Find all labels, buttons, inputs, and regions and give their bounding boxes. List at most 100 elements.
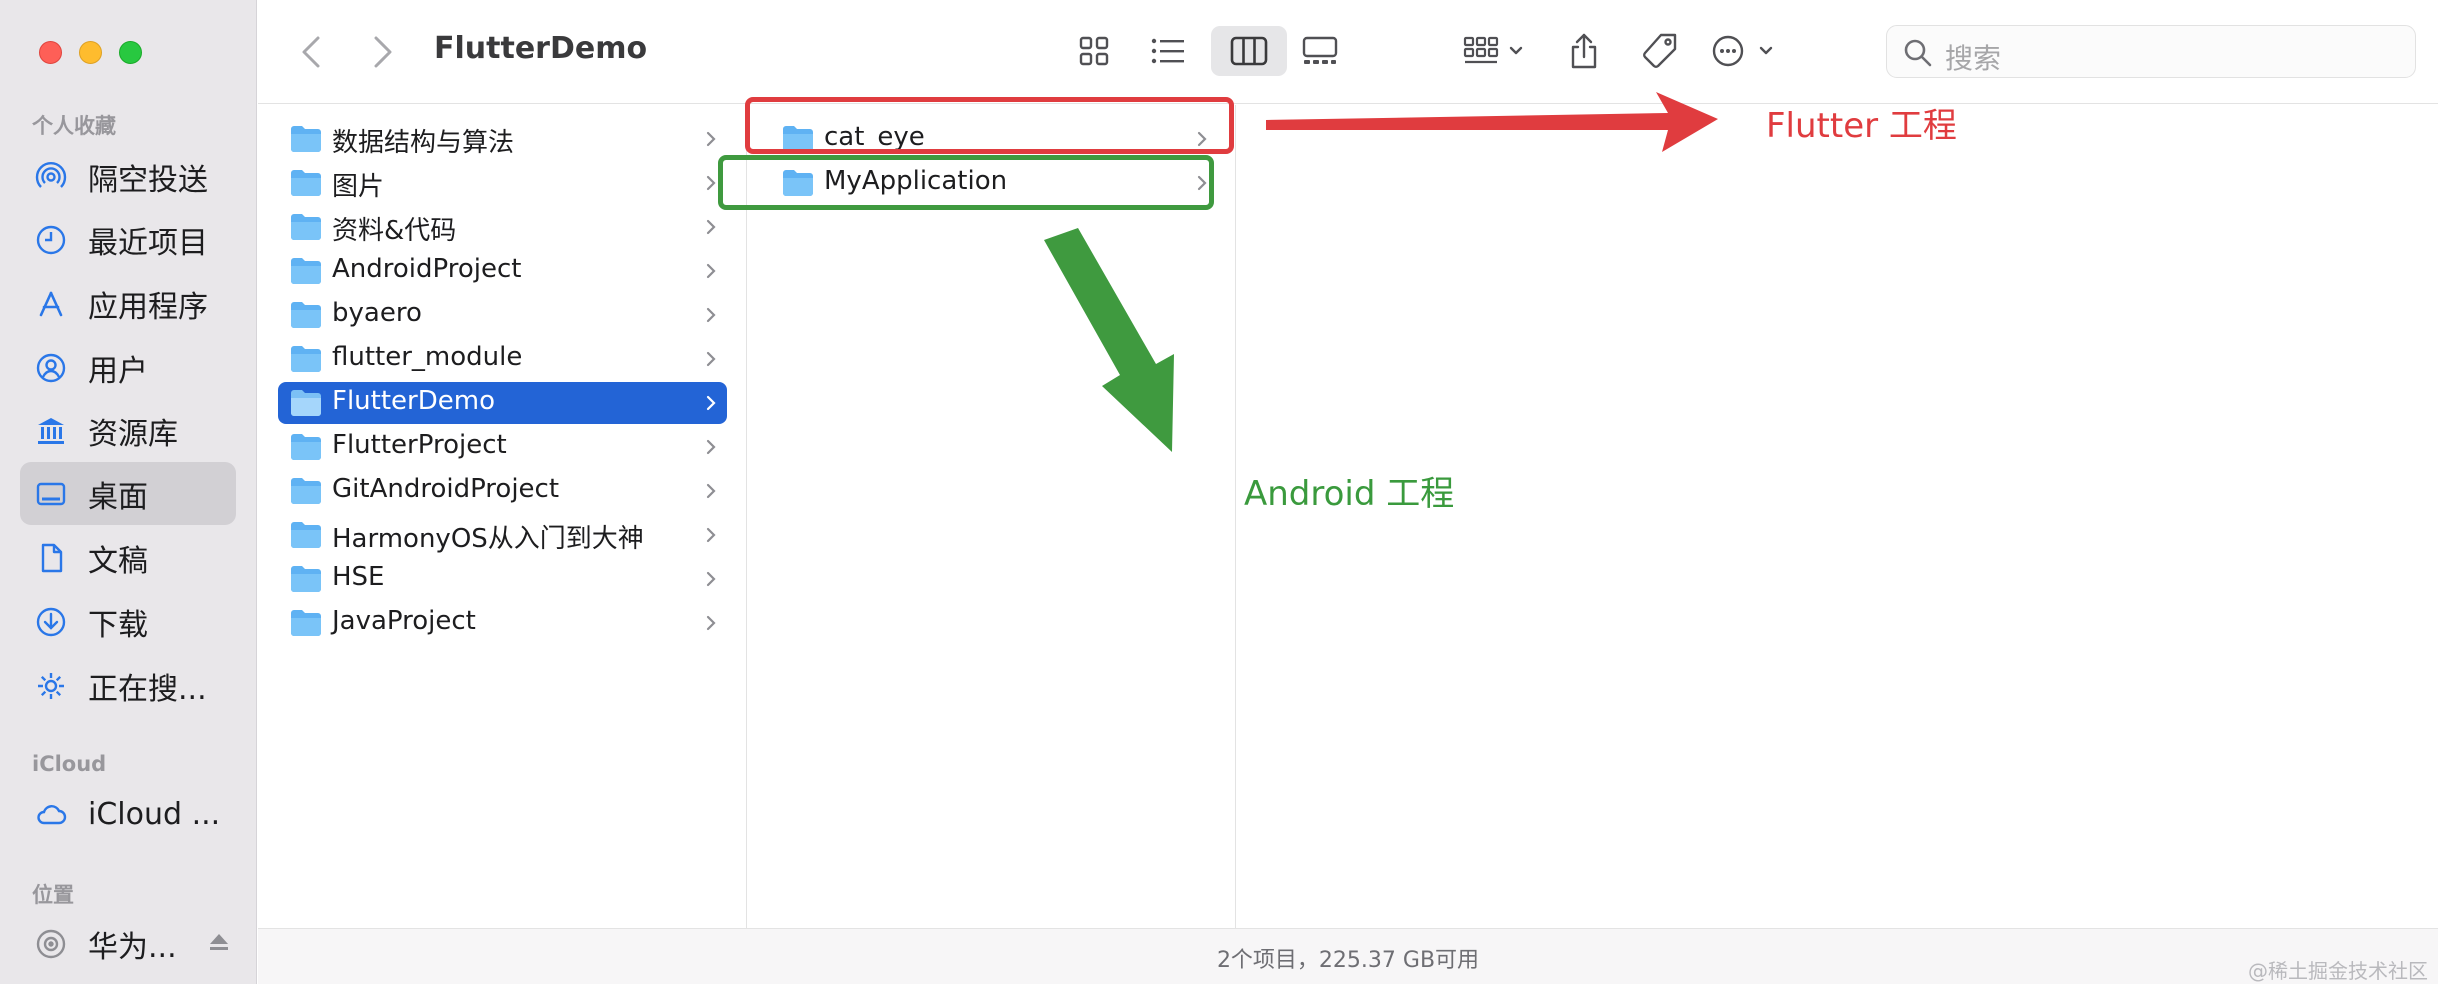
item-label: HSE xyxy=(332,562,385,592)
item-label: GitAndroidProject xyxy=(332,474,560,504)
list-item[interactable]: HarmonyOS从入门到大神 xyxy=(278,514,727,556)
list-item[interactable]: byaero xyxy=(278,294,727,336)
chevron-right-icon xyxy=(706,571,716,587)
chevron-right-icon xyxy=(706,395,716,411)
gallery-view-button[interactable] xyxy=(1294,26,1346,76)
sidebar-item-label: 应用程序 xyxy=(88,289,208,325)
minimize-window-button[interactable] xyxy=(79,41,102,64)
list-item[interactable]: FlutterProject xyxy=(278,426,727,468)
more-icon xyxy=(1712,35,1773,67)
more-actions-button[interactable] xyxy=(1704,26,1784,76)
chevron-right-icon[interactable] xyxy=(362,30,402,74)
list-item[interactable]: 数据结构与算法 xyxy=(278,118,727,160)
item-label: AndroidProject xyxy=(332,254,522,284)
chevron-right-icon xyxy=(706,527,716,543)
chevron-right-icon xyxy=(706,439,716,455)
applications-icon xyxy=(39,291,63,317)
chevron-right-icon xyxy=(706,219,716,235)
list-item[interactable]: HSE xyxy=(278,558,727,600)
sidebar-item-label: 桌面 xyxy=(88,479,148,515)
list-item[interactable]: 图片 xyxy=(278,162,727,204)
chevron-right-icon xyxy=(706,615,716,631)
list-view-icon xyxy=(1151,38,1184,64)
column-browser-level-3 xyxy=(1237,105,2438,928)
folder-icon xyxy=(291,434,321,460)
sidebar-item-label: 资源库 xyxy=(88,416,178,452)
favorites-section-title: 个人收藏 xyxy=(32,114,116,138)
toolbar: FlutterDemo 搜索 xyxy=(258,0,2438,104)
sidebar-item-downloads[interactable]: 下载 xyxy=(20,590,236,653)
item-label: 图片 xyxy=(332,172,385,202)
list-view-button[interactable] xyxy=(1142,26,1194,76)
folder-icon xyxy=(291,302,321,328)
window-title: FlutterDemo xyxy=(434,31,648,66)
search-placeholder: 搜索 xyxy=(1945,42,2002,75)
item-label: HarmonyOS从入门到大神 xyxy=(332,524,644,554)
group-by-button[interactable] xyxy=(1454,26,1534,76)
chevron-right-icon xyxy=(706,351,716,367)
annotation-box-android xyxy=(718,155,1214,210)
sidebar-item-user[interactable]: 用户 xyxy=(20,336,236,399)
eject-icon[interactable] xyxy=(208,932,230,952)
user-icon xyxy=(36,353,66,383)
item-label: FlutterDemo xyxy=(332,386,495,416)
status-text: 2个项目，225.37 GB可用 xyxy=(1216,948,1480,973)
sidebar-item-icloud-drive[interactable]: iCloud ... xyxy=(20,783,236,846)
sidebar-item-applications[interactable]: 应用程序 xyxy=(20,272,236,335)
folder-icon xyxy=(291,566,321,592)
tag-button[interactable] xyxy=(1634,26,1686,76)
item-label: byaero xyxy=(332,298,422,328)
sidebar-item-label: 下载 xyxy=(88,607,148,643)
icloud-section-title: iCloud xyxy=(32,752,107,776)
folder-icon xyxy=(291,258,321,284)
share-button[interactable] xyxy=(1558,26,1610,76)
chevron-left-icon[interactable] xyxy=(292,30,332,74)
chevron-right-icon xyxy=(706,131,716,147)
sidebar-item-label: 用户 xyxy=(88,353,148,389)
sidebar-item-airdrop[interactable]: 隔空投送 xyxy=(20,145,236,208)
icon-view-button[interactable] xyxy=(1068,26,1120,76)
sidebar-item-documents[interactable]: 文稿 xyxy=(20,526,236,589)
sidebar-item-label: 隔空投送 xyxy=(88,162,208,198)
desktop-icon xyxy=(36,482,66,506)
sidebar-item-label: 文稿 xyxy=(88,543,148,579)
column-browser-level-1: 数据结构与算法 图片 资料&代码 AndroidProject byaero f… xyxy=(258,105,747,928)
column-view-button[interactable] xyxy=(1211,26,1287,76)
list-item[interactable]: 资料&代码 xyxy=(278,206,727,248)
list-item[interactable]: flutter_module xyxy=(278,338,727,380)
folder-icon xyxy=(291,170,321,196)
zoom-window-button[interactable] xyxy=(119,41,142,64)
search-icon xyxy=(1904,39,1932,67)
sidebar: 个人收藏 隔空投送 最近项目 应用程序 用户 资源库 桌面 文稿 下载 正在搜.… xyxy=(0,0,257,984)
chevron-right-icon xyxy=(706,307,716,323)
gallery-view-icon xyxy=(1302,36,1338,64)
sidebar-item-searching[interactable]: 正在搜... xyxy=(20,654,236,717)
status-bar: 2个项目，225.37 GB可用 @稀土掘金技术社区 xyxy=(258,928,2438,984)
close-window-button[interactable] xyxy=(39,41,62,64)
sidebar-item-desktop[interactable]: 桌面 xyxy=(20,462,236,525)
sidebar-item-huawei-disk[interactable]: 华为... xyxy=(20,912,236,975)
disk-icon xyxy=(36,929,66,959)
download-icon xyxy=(36,607,66,637)
annotation-label-flutter: Flutter 工程 xyxy=(1766,106,1957,146)
sidebar-item-label: 最近项目 xyxy=(88,225,208,261)
folder-icon xyxy=(291,610,321,636)
list-item[interactable]: AndroidProject xyxy=(278,250,727,292)
sidebar-item-label: iCloud ... xyxy=(88,797,221,832)
chevron-right-icon xyxy=(706,483,716,499)
sidebar-item-recents[interactable]: 最近项目 xyxy=(20,208,236,271)
item-label: flutter_module xyxy=(332,342,523,372)
sidebar-item-library[interactable]: 资源库 xyxy=(20,399,236,462)
search-field[interactable]: 搜索 xyxy=(1886,25,2416,78)
folder-icon xyxy=(291,478,321,504)
folder-icon xyxy=(291,214,321,240)
list-item[interactable]: GitAndroidProject xyxy=(278,470,727,512)
group-by-icon xyxy=(1463,36,1523,64)
item-label: 资料&代码 xyxy=(332,216,457,246)
list-item[interactable]: JavaProject xyxy=(278,602,727,644)
list-item-selected[interactable]: FlutterDemo xyxy=(278,382,727,424)
library-icon xyxy=(38,418,64,444)
column-view-icon xyxy=(1230,36,1268,66)
locations-section-title: 位置 xyxy=(32,883,74,907)
airdrop-icon xyxy=(35,162,67,188)
